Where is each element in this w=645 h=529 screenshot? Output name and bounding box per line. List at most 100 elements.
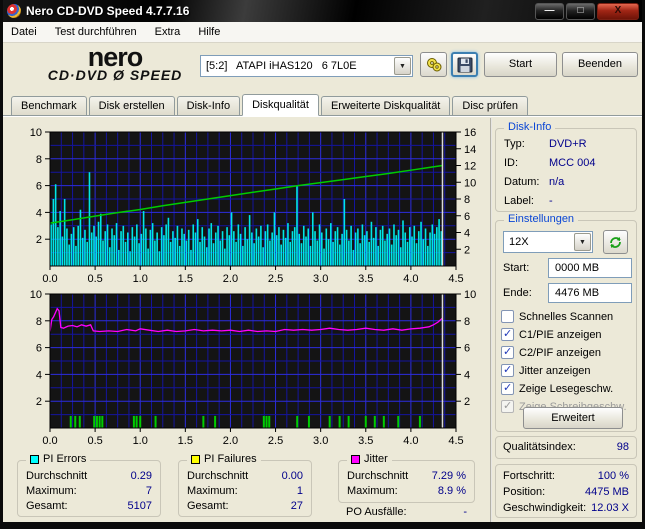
quality-index-box: Qualitätsindex: 98 [495, 436, 637, 459]
tab-disc-pruefen[interactable]: Disc prüfen [452, 96, 529, 115]
svg-text:6: 6 [36, 181, 42, 193]
pi-failures-box: PI Failures Durchschnitt 0.00 Maximum: 1 G… [178, 453, 312, 517]
app-window: Nero CD-DVD Speed 4.7.7.16 — □ X Datei T… [0, 0, 645, 529]
progress-box: Fortschritt: 100 % Position: 4475 MB Gesch… [495, 464, 637, 518]
tab-benchmark[interactable]: Benchmark [11, 96, 87, 115]
tab-disk-erstellen[interactable]: Disk erstellen [88, 96, 175, 115]
app-icon [7, 4, 21, 18]
chevron-down-icon[interactable]: ▼ [394, 57, 411, 75]
nero-logo: nero CD·DVD Ø SPEED [47, 42, 183, 83]
tab-erweiterte-diskqualitaet[interactable]: Erweiterte Diskqualität [320, 96, 451, 115]
end-field[interactable]: 4476 MB [548, 283, 632, 303]
svg-text:4.5: 4.5 [448, 435, 463, 447]
refresh-icon [610, 236, 621, 248]
checkbox-icon[interactable] [501, 363, 514, 377]
svg-text:16: 16 [464, 127, 476, 139]
checkbox-c2-pif[interactable]: C2/PIF anzeigen [501, 345, 601, 360]
svg-text:1.0: 1.0 [133, 273, 148, 285]
quit-button[interactable]: Beenden [562, 52, 638, 77]
title-bar: Nero CD-DVD Speed 4.7.7.16 — □ X [3, 0, 642, 22]
svg-text:2: 2 [36, 234, 42, 246]
disk-info-row: Typ: DVD+R [504, 138, 587, 150]
maximize-button[interactable]: □ [566, 2, 595, 20]
svg-text:2.5: 2.5 [268, 273, 283, 285]
pi-errors-box: PI Errors Durchschnitt 0.29 Maximum: 7 Ges… [17, 453, 161, 517]
pi-errors-box-title: PI Errors [43, 453, 87, 465]
svg-text:4.5: 4.5 [448, 273, 463, 285]
disk-info-row: ID: MCC 004 [504, 157, 596, 169]
svg-text:3.0: 3.0 [313, 273, 328, 285]
svg-text:4: 4 [464, 369, 470, 381]
svg-text:8: 8 [36, 316, 42, 328]
start-label: Start: [503, 262, 530, 274]
progress-row: Fortschritt: 100 % [503, 470, 629, 482]
svg-text:8: 8 [464, 194, 470, 206]
svg-text:6: 6 [464, 343, 470, 355]
disk-info-box: Disk-Info Typ: DVD+R ID: MCC 004 Datum: n/a… [495, 121, 637, 212]
svg-text:2: 2 [464, 244, 470, 256]
jitter-box: Jitter Durchschnitt 7.29 % Maximum: 8.9 % [338, 453, 475, 503]
svg-text:10: 10 [30, 127, 42, 139]
menu-hilfe[interactable]: Hilfe [198, 26, 220, 38]
quality-index-label: Qualitätsindex: [503, 441, 576, 453]
tab-bar: Benchmark Disk erstellen Disk-Info Diskq… [3, 92, 642, 116]
svg-text:3.5: 3.5 [358, 435, 373, 447]
menu-extra[interactable]: Extra [155, 26, 181, 38]
svg-text:0.0: 0.0 [42, 273, 57, 285]
svg-text:6: 6 [464, 211, 470, 223]
checkbox-zeige-lesegeschw[interactable]: Zeige Lesegeschw. [501, 381, 613, 396]
stat-row: Gesamt: 5107 [26, 500, 152, 512]
stat-row: Maximum: 8.9 % [347, 485, 466, 497]
speed-select[interactable]: 12X ▼ [503, 231, 593, 253]
menu-datei[interactable]: Datei [11, 26, 37, 38]
menu-test-durchfuehren[interactable]: Test durchführen [55, 26, 137, 38]
svg-text:4.0: 4.0 [403, 435, 418, 447]
advanced-button[interactable]: Erweitert [523, 407, 623, 429]
refresh-button[interactable] [603, 230, 628, 254]
checkbox-icon[interactable] [501, 327, 514, 341]
drive-select[interactable]: [5:2] ATAPI iHAS120 6 7L0E ▼ [200, 55, 413, 77]
start-button[interactable]: Start [484, 52, 557, 77]
progress-row: Position: 4475 MB [503, 486, 629, 498]
disk-info-title: Disk-Info [504, 121, 556, 133]
menu-bar: Datei Test durchführen Extra Hilfe [3, 22, 642, 43]
quality-index-value: 98 [616, 441, 629, 453]
checkbox-icon[interactable] [501, 310, 514, 323]
svg-text:2.5: 2.5 [268, 435, 283, 447]
pi-failures-box-title: PI Failures [204, 453, 257, 465]
stat-row: Durchschnitt 7.29 % [347, 470, 466, 482]
save-icon [457, 57, 472, 72]
svg-text:3.0: 3.0 [313, 435, 328, 447]
pi-failures-legend-swatch [191, 454, 200, 464]
minimize-button[interactable]: — [535, 2, 564, 20]
svg-text:2.0: 2.0 [223, 273, 238, 285]
tab-disk-info[interactable]: Disk-Info [176, 96, 241, 115]
stat-row: Maximum: 7 [26, 485, 152, 497]
jitter-legend-swatch [351, 454, 360, 464]
checkbox-icon[interactable] [501, 345, 514, 359]
svg-text:10: 10 [464, 177, 476, 189]
chevron-down-icon[interactable]: ▼ [574, 233, 591, 251]
end-label: Ende: [503, 287, 532, 299]
start-field[interactable]: 0000 MB [548, 258, 632, 278]
checkbox-c1-pie[interactable]: C1/PIE anzeigen [501, 327, 602, 342]
svg-text:10: 10 [464, 289, 476, 301]
checkbox-icon [501, 399, 514, 413]
checkbox-schnelles-scannen[interactable]: Schnelles Scannen [501, 309, 613, 324]
speed-select-value: 12X [509, 236, 529, 248]
toolbar: nero CD·DVD Ø SPEED [5:2] ATAPI iHAS120 … [3, 43, 642, 92]
svg-text:8: 8 [36, 154, 42, 166]
drive-settings-button[interactable] [420, 52, 447, 77]
checkbox-icon[interactable] [501, 381, 514, 395]
svg-text:4.0: 4.0 [403, 273, 418, 285]
svg-text:1.5: 1.5 [178, 435, 193, 447]
checkbox-jitter[interactable]: Jitter anzeigen [501, 363, 591, 378]
pi-errors-chart: 10 8 6 4 2 16 14 12 10 8 6 4 2 0.0 0.5 1.0 1.5 2.0 2.5 3.0 3… [30, 127, 477, 285]
jitter-box-title: Jitter [364, 453, 388, 465]
svg-text:0.5: 0.5 [87, 273, 102, 285]
drive-select-value: [5:2] ATAPI iHAS120 6 7L0E [206, 60, 357, 72]
save-button[interactable] [451, 52, 478, 77]
tab-diskqualitaet[interactable]: Diskqualität [242, 94, 319, 116]
stat-row: Maximum: 1 [187, 485, 303, 497]
close-button[interactable]: X [597, 2, 639, 20]
